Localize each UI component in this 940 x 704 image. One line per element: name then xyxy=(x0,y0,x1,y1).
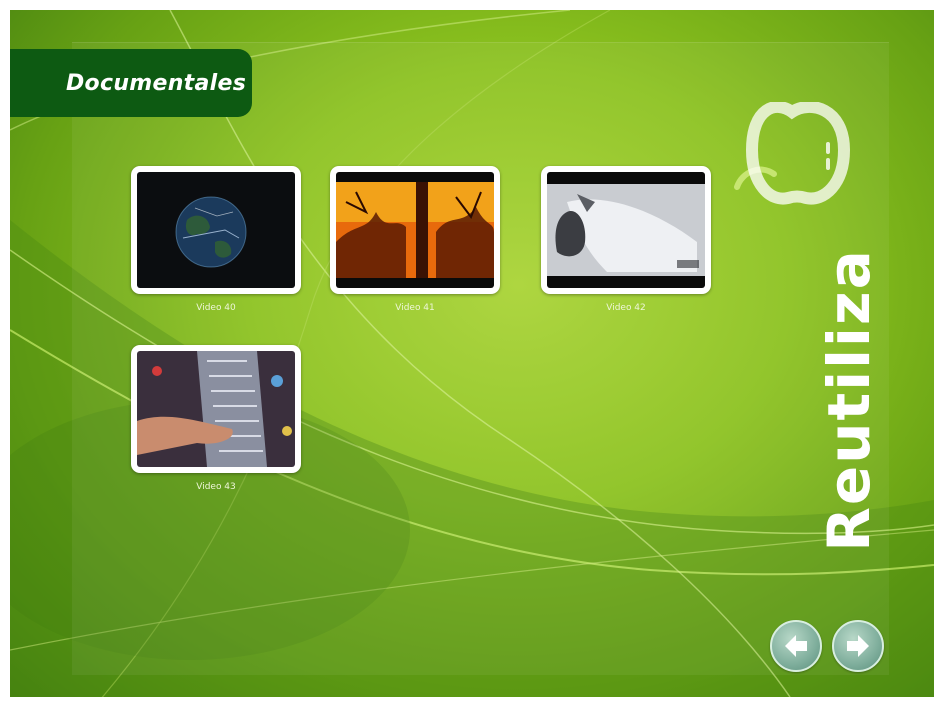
video-label-42[interactable]: Video 42 xyxy=(541,303,711,313)
fire-thumbnail-image xyxy=(336,172,494,288)
video-thumbnail-40[interactable] xyxy=(131,166,301,294)
video-label-43[interactable]: Video 43 xyxy=(131,482,301,492)
next-button[interactable] xyxy=(832,620,884,672)
brand-logo: Reutiliza xyxy=(814,230,884,570)
slide-background: Documentales Video 40 Video 41 Video 42 … xyxy=(10,10,934,697)
crash-thumbnail-image xyxy=(547,172,705,288)
video-thumbnail-41[interactable] xyxy=(330,166,500,294)
title-tab: Documentales xyxy=(10,49,252,117)
previous-button[interactable] xyxy=(770,620,822,672)
arrow-right-icon xyxy=(847,635,869,657)
page-title: Documentales xyxy=(66,70,247,96)
video-thumbnail-42[interactable] xyxy=(541,166,711,294)
earth-thumbnail-image xyxy=(137,172,295,288)
arrow-left-icon xyxy=(785,635,807,657)
video-label-40[interactable]: Video 40 xyxy=(131,303,301,313)
video-thumbnail-43[interactable] xyxy=(131,345,301,473)
video-label-41[interactable]: Video 41 xyxy=(330,303,500,313)
mosaic-thumbnail-image xyxy=(137,351,295,467)
brand-text: Reutiliza xyxy=(815,248,883,552)
apple-icon xyxy=(734,102,851,205)
